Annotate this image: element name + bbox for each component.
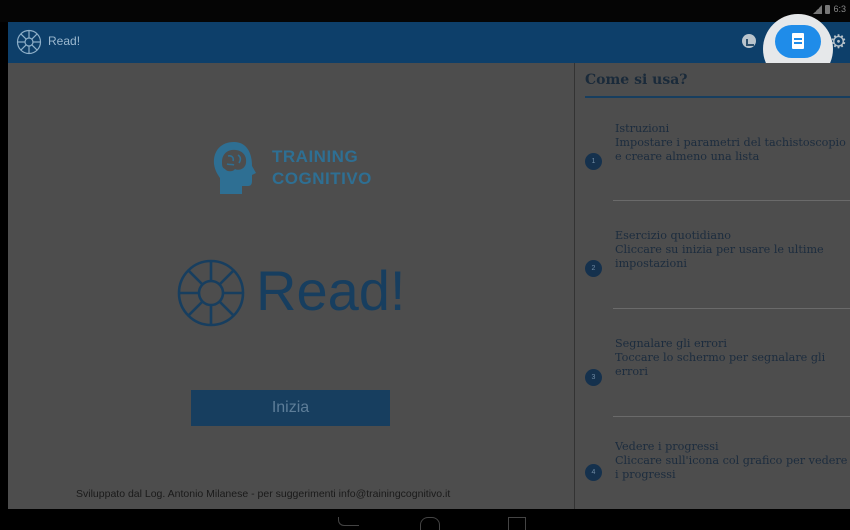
step-title: Segnalare gli errori	[615, 337, 727, 350]
gear-icon[interactable]: ⚙	[830, 33, 847, 52]
navigation-bar	[0, 509, 850, 530]
step-title: Vedere i progressi	[615, 440, 719, 453]
chart-icon[interactable]	[742, 34, 756, 48]
step-title: Esercizio quotidiano	[615, 229, 732, 242]
training-cognitivo-logo: TRAINING COGNITIVO	[208, 138, 468, 198]
step-description: Impostare i parametri del tachistoscopio…	[615, 136, 846, 163]
app-bar: Read! ⚙	[8, 14, 850, 84]
start-button[interactable]: Inizia	[191, 390, 390, 426]
help-step: 4 Vedere i progressi Cliccare sull'icona…	[575, 417, 850, 509]
wheel-logo-icon[interactable]	[16, 29, 42, 55]
app-title: Read!	[48, 34, 81, 48]
list-icon	[792, 33, 804, 49]
battery-icon	[825, 4, 831, 14]
help-step: 2 Esercizio quotidiano Cliccare su inizi…	[575, 201, 850, 309]
read-wheel-icon	[177, 259, 245, 327]
lists-button[interactable]	[775, 25, 821, 58]
back-icon[interactable]	[338, 517, 359, 526]
main-panel: TRAINING COGNITIVO Read! Inizia Sviluppa…	[8, 63, 574, 509]
head-brain-icon	[213, 142, 256, 194]
step-title: Istruzioni	[615, 122, 670, 135]
status-indicators: 6:3	[813, 4, 846, 14]
app-screen: 6:3 Read! ⚙ TRAINING COGNITIVO Read! Ini…	[0, 0, 850, 530]
help-title: Come si usa?	[585, 72, 688, 88]
recents-icon[interactable]	[508, 517, 526, 530]
step-description: Cliccare su inizia per usare le ultime i…	[615, 243, 824, 270]
signal-icon	[813, 4, 823, 14]
step-description: Cliccare sull'icona col grafico per vede…	[615, 454, 848, 481]
step-number-badge: 1	[585, 153, 602, 170]
step-number-badge: 2	[585, 260, 602, 277]
help-panel: Come si usa? 1 Istruzioni Impostare i pa…	[574, 63, 850, 509]
footer-credits: Sviluppato dal Log. Antonio Milanese - p…	[76, 488, 451, 500]
status-time: 6:3	[833, 4, 846, 14]
help-step: 1 Istruzioni Impostare i parametri del t…	[575, 93, 850, 201]
brand-line-1: TRAINING	[272, 147, 359, 166]
step-number-badge: 4	[585, 464, 602, 481]
home-icon[interactable]	[420, 517, 440, 530]
help-step: 3 Segnalare gli errori Toccare lo scherm…	[575, 309, 850, 417]
step-description: Toccare lo schermo per segnalare gli err…	[615, 351, 826, 378]
status-bar: 6:3	[0, 0, 850, 22]
step-number-badge: 3	[585, 369, 602, 386]
app-name-title: Read!	[256, 259, 406, 322]
brand-line-2: COGNITIVO	[272, 169, 372, 188]
